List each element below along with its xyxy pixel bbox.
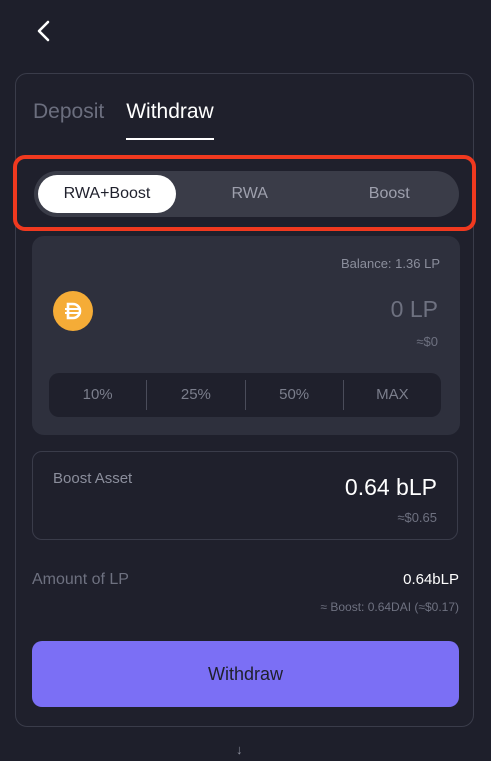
segment-boost[interactable]: Boost (324, 175, 456, 213)
amount-usd: ≈$0 (416, 334, 438, 349)
tab-deposit[interactable]: Deposit (33, 100, 104, 140)
tab-withdraw[interactable]: Withdraw (126, 100, 214, 140)
percent-max-button[interactable]: MAX (342, 380, 441, 410)
mode-selector: RWA+Boost RWA Boost (34, 171, 459, 217)
percent-selector: 10% 25% 50% MAX (49, 373, 441, 417)
segment-rwa-boost[interactable]: RWA+Boost (38, 175, 176, 213)
amount-of-lp-label: Amount of LP (32, 571, 129, 588)
amount-of-lp-value: 0.64bLP (403, 571, 459, 588)
segment-rwa[interactable]: RWA (184, 175, 316, 213)
balance-value: 1.36 LP (395, 256, 440, 271)
percent-25-button[interactable]: 25% (146, 380, 244, 410)
boost-asset-value: 0.64 bLP (344, 474, 437, 500)
amount-of-lp-detail: ≈ Boost: 0.64DAI (≈$0.17) (320, 600, 459, 614)
boost-asset-usd: ≈$0.65 (397, 510, 437, 525)
tab-bar: Deposit Withdraw (33, 100, 214, 140)
back-button[interactable] (34, 18, 58, 44)
withdraw-card: Deposit Withdraw RWA+Boost RWA Boost Bal… (13, 73, 476, 727)
withdraw-button[interactable]: Withdraw (32, 641, 459, 707)
percent-50-button[interactable]: 50% (244, 380, 343, 410)
down-arrow-icon: ↓ (236, 742, 243, 757)
boost-asset-label: Boost Asset (53, 470, 133, 487)
chevron-left-icon (37, 20, 50, 42)
boost-asset-panel: Boost Asset 0.64 bLP ≈$0.65 (32, 451, 458, 540)
percent-10-button[interactable]: 10% (49, 380, 146, 410)
amount-input[interactable]: 0 LP (391, 296, 438, 323)
balance-text: Balance: 1.36 LP (341, 256, 440, 271)
amount-input-panel: Balance: 1.36 LP 0 LP ≈$0 10% 25% 50% MA… (32, 236, 460, 435)
balance-label: Balance: (340, 256, 392, 271)
dai-coin-icon (53, 291, 93, 331)
